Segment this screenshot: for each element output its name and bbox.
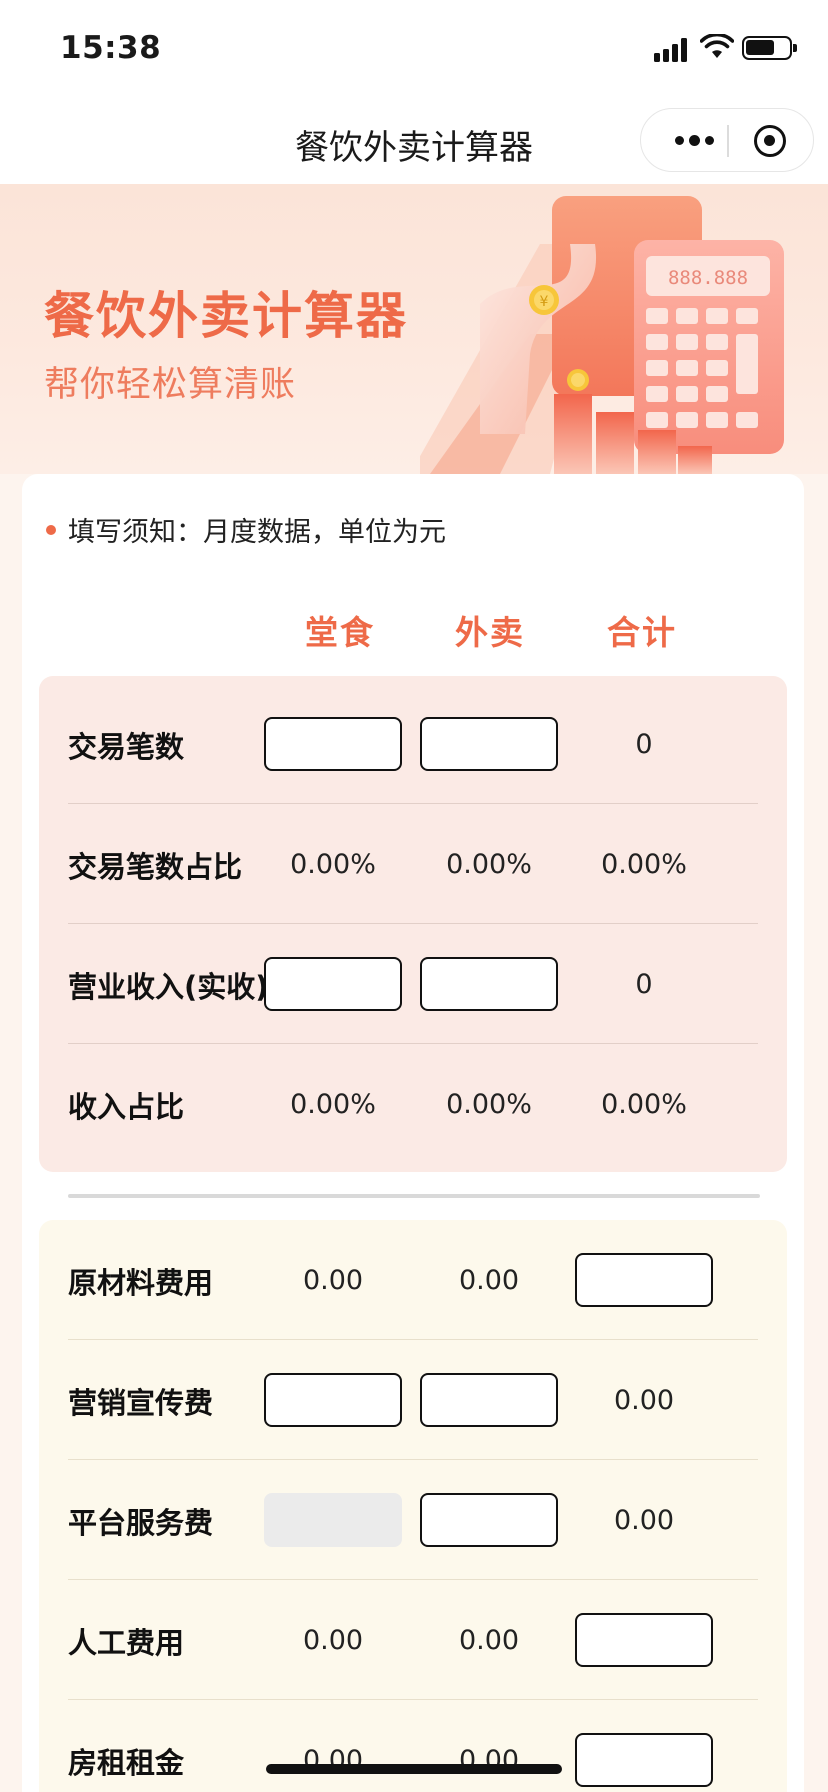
total-value: 0.00 — [613, 1384, 675, 1416]
svg-text:888.888: 888.888 — [668, 267, 748, 289]
status-bar: 15:38 — [0, 0, 828, 96]
total-value: 0.00 — [613, 1504, 675, 1536]
column-header-takeout: 外卖 — [455, 613, 525, 652]
row-label: 营业收入(实收) — [68, 970, 269, 1004]
dine-in-value: 0.00% — [290, 1088, 376, 1120]
wifi-icon — [700, 34, 734, 58]
row-label: 房租租金 — [68, 1746, 185, 1780]
table-row: 人工费用 0.00 0.00 — [39, 1580, 787, 1700]
row-label: 交易笔数占比 — [68, 850, 243, 884]
cellular-signal-icon — [654, 38, 688, 62]
home-indicator[interactable] — [266, 1764, 562, 1774]
table-row: 原材料费用 0.00 0.00 — [39, 1220, 787, 1340]
battery-icon — [742, 36, 797, 60]
row-label: 原材料费用 — [68, 1266, 214, 1300]
status-time: 15:38 — [60, 30, 162, 66]
notice-text: 填写须知：月度数据，单位为元 — [68, 517, 446, 548]
bullet-dot-icon — [46, 524, 56, 535]
total-value: 0.00% — [601, 1088, 687, 1120]
labor-total-input[interactable] — [575, 1613, 713, 1667]
column-header-dine-in: 堂食 — [305, 613, 375, 652]
takeout-value: 0.00 — [458, 1264, 520, 1296]
dine-in-value: 0.00 — [302, 1264, 364, 1296]
column-header-total: 合计 — [607, 613, 677, 652]
close-target-icon[interactable] — [754, 125, 786, 157]
dine-in-platform-fee-input-disabled — [264, 1493, 402, 1547]
revenue-section: 交易笔数 0 交易笔数占比 0.00% 0.00% 0.00% 营业收入(实收)… — [39, 676, 787, 1172]
row-label: 收入占比 — [68, 1090, 185, 1124]
dine-in-value: 0.00 — [302, 1744, 364, 1776]
dine-in-value: 0.00 — [302, 1624, 364, 1656]
total-value: 0.00% — [601, 848, 687, 880]
total-transactions-value: 0 — [635, 728, 653, 760]
takeout-value: 0.00 — [458, 1744, 520, 1776]
takeout-value: 0.00% — [446, 1088, 532, 1120]
dine-in-transactions-input[interactable] — [264, 717, 402, 771]
svg-text:¥: ¥ — [540, 294, 549, 310]
banner-title: 餐饮外卖计算器 — [44, 287, 408, 345]
table-row: 交易笔数 0 — [39, 684, 787, 804]
capsule-divider — [727, 125, 729, 157]
dine-in-revenue-input[interactable] — [264, 957, 402, 1011]
takeout-marketing-input[interactable] — [420, 1373, 558, 1427]
raw-material-total-input[interactable] — [575, 1253, 713, 1307]
cost-section: 原材料费用 0.00 0.00 营销宣传费 0.00 平台服务费 0.00 人工… — [39, 1220, 787, 1792]
table-row: 交易笔数占比 0.00% 0.00% 0.00% — [39, 804, 787, 924]
dine-in-value: 0.00% — [290, 848, 376, 880]
table-row: 平台服务费 0.00 — [39, 1460, 787, 1580]
takeout-transactions-input[interactable] — [420, 717, 558, 771]
dine-in-marketing-input[interactable] — [264, 1373, 402, 1427]
row-label: 交易笔数 — [68, 730, 185, 764]
total-revenue-value: 0 — [635, 968, 653, 1000]
takeout-revenue-input[interactable] — [420, 957, 558, 1011]
row-label: 营销宣传费 — [68, 1386, 214, 1420]
table-row: 营销宣传费 0.00 — [39, 1340, 787, 1460]
banner-subtitle: 帮你轻松算清账 — [44, 365, 297, 405]
table-row: 房租租金 0.00 0.00 — [39, 1700, 787, 1792]
table-row: 营业收入(实收) 0 — [39, 924, 787, 1044]
hero-banner: 餐饮外卖计算器 帮你轻松算清账 888.888 ¥ — [0, 184, 828, 474]
fill-notice: 填写须知：月度数据，单位为元 — [46, 510, 446, 549]
takeout-platform-fee-input[interactable] — [420, 1493, 558, 1547]
row-label: 人工费用 — [68, 1626, 185, 1660]
table-row: 收入占比 0.00% 0.00% 0.00% — [39, 1044, 787, 1164]
rent-total-input[interactable] — [575, 1733, 713, 1787]
calculator-card: 填写须知：月度数据，单位为元 堂食 外卖 合计 交易笔数 0 交易笔数占比 0.… — [22, 474, 804, 1792]
takeout-value: 0.00% — [446, 848, 532, 880]
nav-bar: 餐饮外卖计算器 — [0, 96, 828, 184]
mini-program-capsule — [640, 108, 814, 172]
more-icon[interactable] — [669, 125, 719, 155]
section-divider — [68, 1194, 760, 1198]
row-label: 平台服务费 — [68, 1506, 214, 1540]
takeout-value: 0.00 — [458, 1624, 520, 1656]
calculator-illustration-icon: 888.888 ¥ — [420, 196, 784, 474]
